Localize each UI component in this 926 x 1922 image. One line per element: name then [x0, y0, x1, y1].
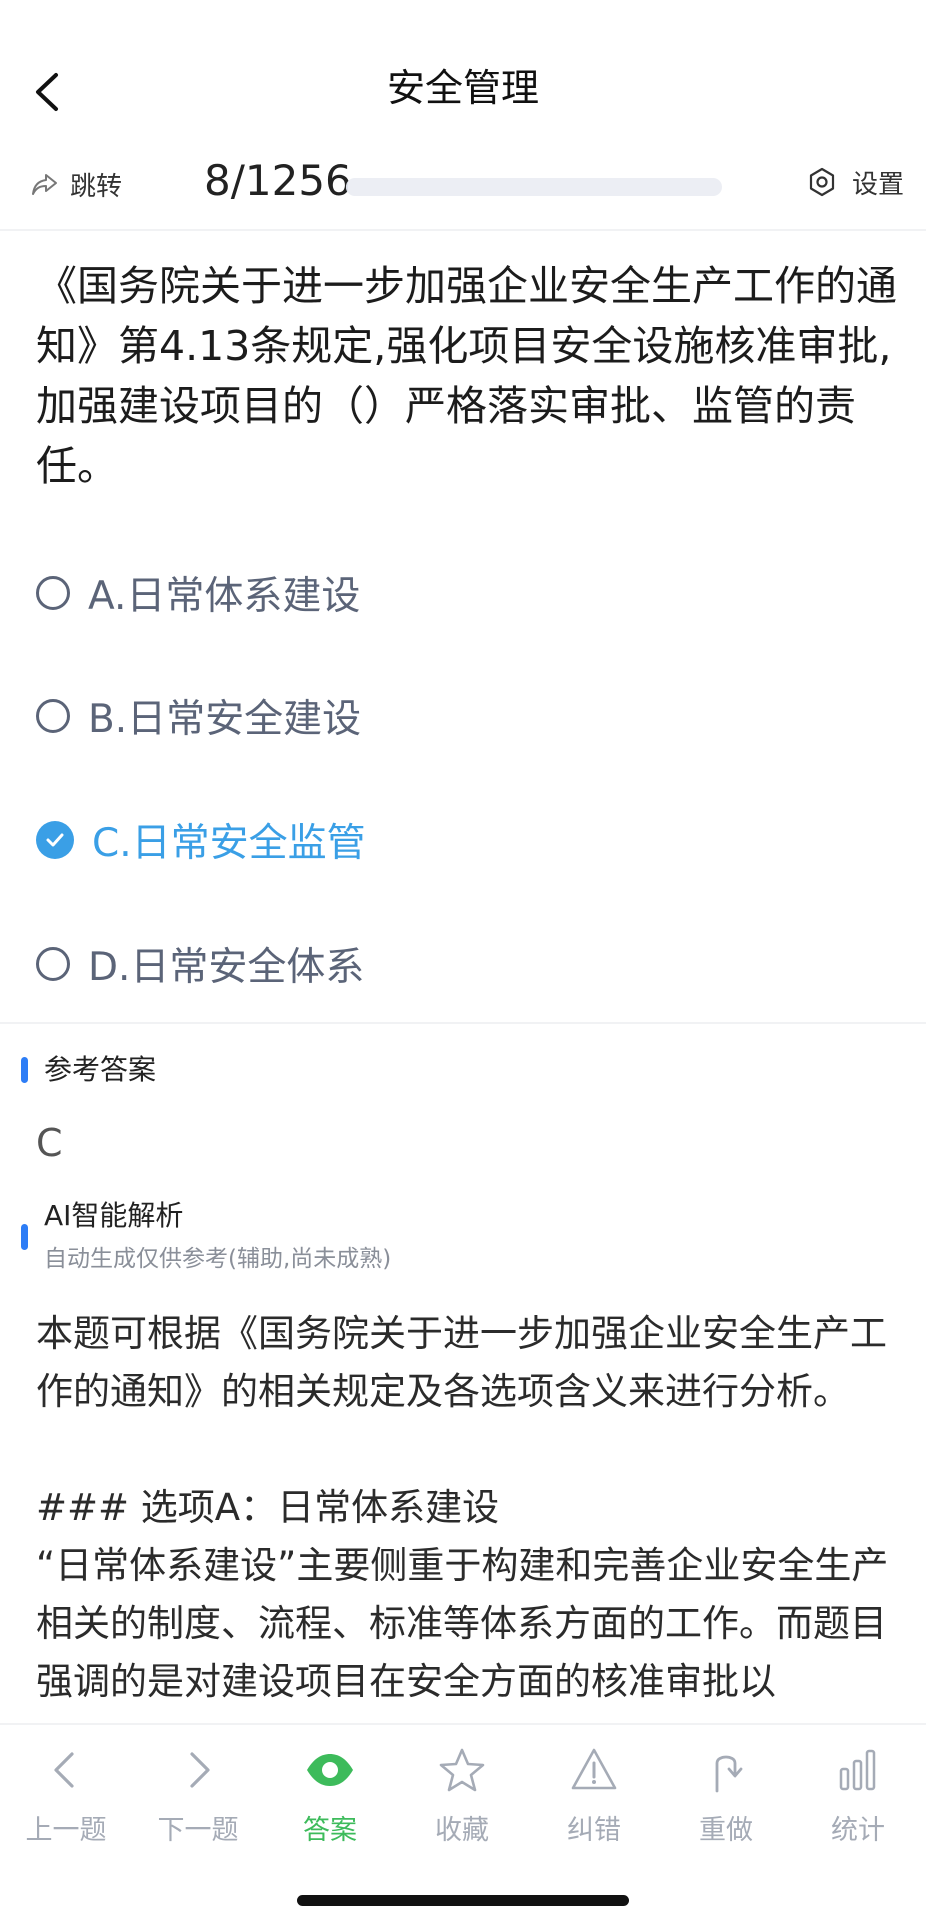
warning-icon	[566, 1742, 622, 1798]
radio-icon	[36, 947, 70, 981]
tab-label: 统计	[831, 1815, 885, 1846]
answer-button[interactable]: 答案	[264, 1742, 396, 1847]
option-b[interactable]: B.日常安全建设	[36, 681, 896, 751]
progress-bar	[346, 178, 722, 196]
redo-icon	[698, 1742, 754, 1798]
radio-icon	[36, 699, 70, 733]
bar-chart-icon	[830, 1742, 886, 1798]
star-icon	[434, 1742, 490, 1798]
option-label: A.日常体系建设	[88, 574, 361, 619]
jump-label: 跳转	[70, 171, 123, 202]
settings-button[interactable]: 设置	[806, 160, 904, 204]
divider	[0, 1022, 926, 1024]
ai-analysis-text: 本题可根据《国务院关于进一步加强企业安全生产工作的通知》的相关规定及各选项含义来…	[36, 1312, 889, 1703]
chevron-left-icon	[38, 1742, 94, 1798]
redo-button[interactable]: 重做	[660, 1742, 792, 1847]
eye-icon	[302, 1742, 358, 1798]
report-error-button[interactable]: 纠错	[528, 1742, 660, 1847]
ai-analysis-subtitle: 自动生成仅供参考(辅助,尚未成熟)	[44, 1246, 392, 1272]
radio-icon	[36, 576, 70, 610]
chevron-right-icon	[170, 1742, 226, 1798]
tab-label: 答案	[303, 1815, 357, 1846]
prev-question-button[interactable]: 上一题	[0, 1742, 132, 1847]
gear-icon	[809, 167, 835, 197]
share-arrow-icon	[32, 174, 57, 195]
favorite-button[interactable]: 收藏	[396, 1742, 528, 1847]
settings-label: 设置	[852, 169, 905, 200]
next-question-button[interactable]: 下一题	[132, 1742, 264, 1847]
home-indicator	[297, 1895, 629, 1906]
page-title: 安全管理	[386, 66, 539, 110]
section-marker	[21, 1057, 28, 1083]
option-label: B.日常安全建设	[88, 697, 362, 742]
jump-button[interactable]: 跳转	[30, 162, 122, 206]
ai-analysis-title: AI智能解析	[44, 1199, 184, 1232]
statistics-button[interactable]: 统计	[792, 1742, 924, 1847]
tab-label: 收藏	[435, 1815, 489, 1846]
reference-answer-value: C	[36, 1121, 63, 1165]
section-marker	[21, 1224, 28, 1250]
tab-label: 重做	[699, 1815, 753, 1846]
check-circle-icon	[36, 821, 74, 859]
tab-label: 上一题	[25, 1815, 107, 1846]
option-label: C.日常安全监管	[92, 821, 366, 866]
divider	[0, 229, 926, 231]
tab-label: 下一题	[157, 1815, 239, 1846]
reference-answer-title: 参考答案	[44, 1053, 157, 1086]
tab-label: 纠错	[567, 1815, 621, 1846]
option-label: D.日常安全体系	[88, 945, 365, 990]
option-d[interactable]: D.日常安全体系	[36, 929, 896, 999]
question-text: 《国务院关于进一步加强企业安全生产工作的通知》第4.13条规定,强化项目安全设施…	[36, 262, 897, 490]
progress-counter: 8/1256	[204, 156, 352, 205]
option-c[interactable]: C.日常安全监管	[36, 805, 896, 875]
option-a[interactable]: A.日常体系建设	[36, 558, 896, 628]
